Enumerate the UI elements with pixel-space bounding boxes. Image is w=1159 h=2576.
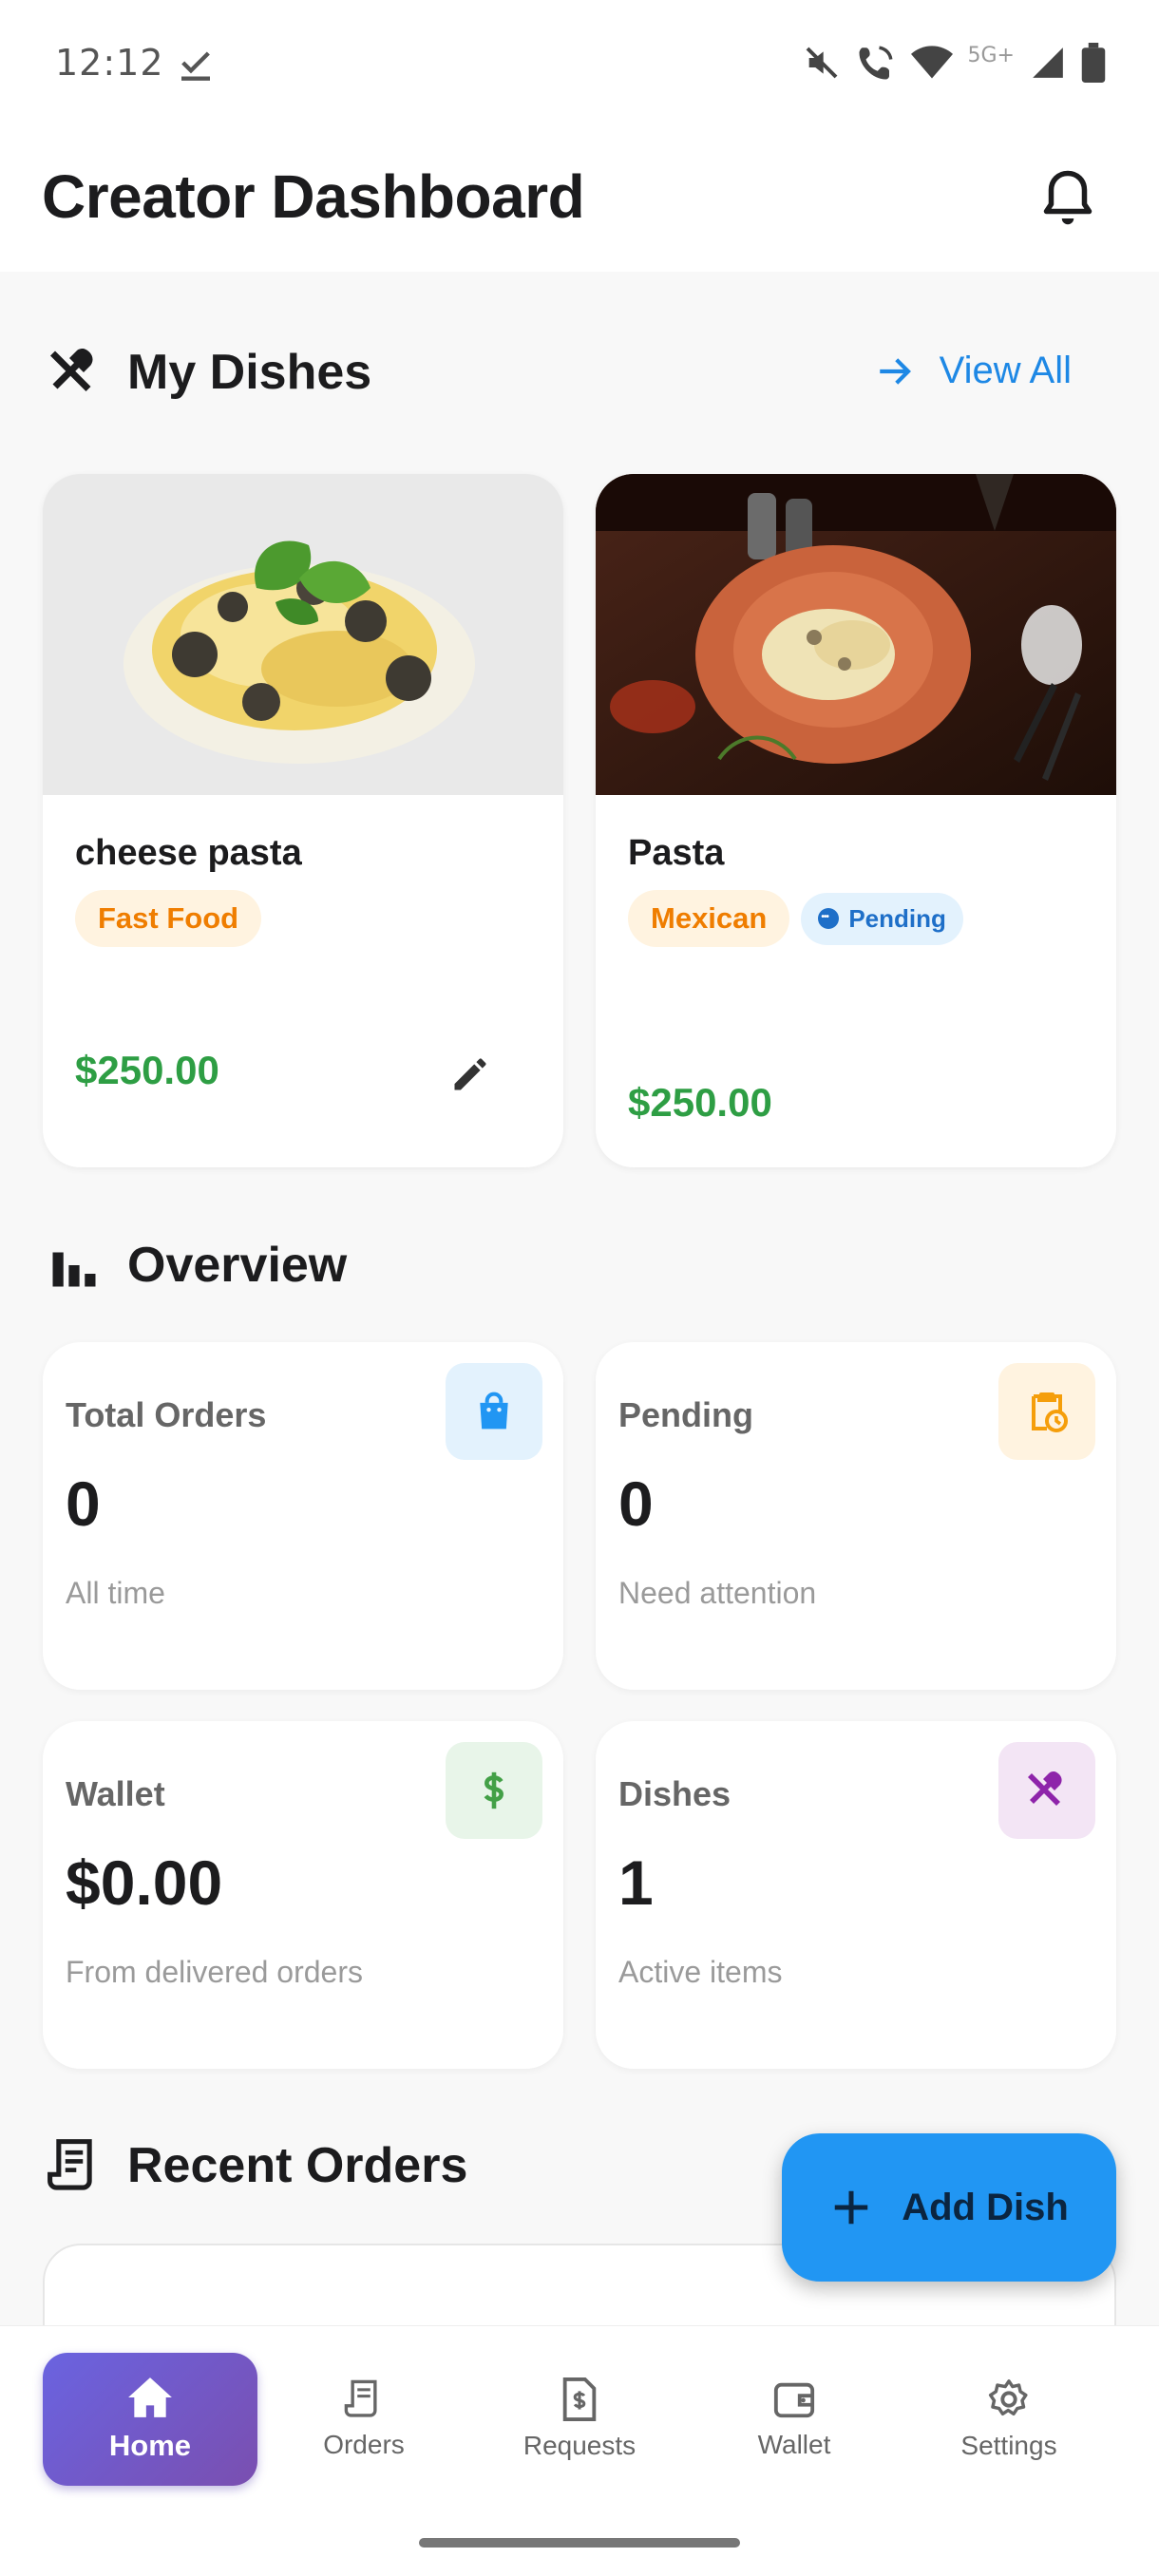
edit-dish-button[interactable] — [442, 1046, 499, 1103]
wifi-icon — [910, 46, 953, 79]
utensils-icon — [46, 344, 103, 401]
stat-value: 0 — [66, 1468, 101, 1539]
bar-chart-icon — [46, 1237, 103, 1294]
my-dishes-heading: My Dishes — [46, 344, 371, 401]
dish-tags: Fast Food — [75, 890, 262, 947]
plus-icon — [834, 2190, 868, 2225]
clipboard-clock-icon — [998, 1363, 1095, 1460]
network-label: 5G+ — [967, 43, 1015, 67]
dish-price: $250.00 — [628, 1080, 772, 1125]
status-bar: 12:12 5G+ — [0, 0, 1159, 133]
notifications-button[interactable] — [1039, 167, 1096, 232]
dish-image — [596, 474, 1116, 795]
recent-orders-heading: Recent Orders — [46, 2137, 467, 2194]
overview-heading: Overview — [46, 1237, 347, 1294]
status-badge: Pending — [801, 892, 963, 945]
receipt-icon — [344, 2379, 377, 2417]
add-dish-button[interactable]: Add Dish — [782, 2133, 1116, 2282]
wallet-icon — [773, 2382, 815, 2418]
receipt-icon — [46, 2137, 103, 2194]
request-icon — [562, 2377, 597, 2421]
dish-card[interactable]: cheese pasta Fast Food $250.00 — [43, 474, 563, 1167]
status-time: 12:12 — [55, 42, 164, 84]
view-all-button[interactable]: View All — [875, 350, 1072, 392]
stat-label: Wallet — [66, 1774, 165, 1813]
stat-card-pending[interactable]: Pending 0 Need attention — [596, 1342, 1116, 1690]
dish-name: Pasta — [628, 833, 725, 873]
add-dish-label: Add Dish — [902, 2186, 1069, 2228]
stat-value: 1 — [618, 1847, 654, 1918]
dollar-icon — [446, 1742, 542, 1839]
page-title: Creator Dashboard — [42, 162, 585, 231]
stat-subtitle: Need attention — [618, 1576, 817, 1610]
nav-label: Requests — [522, 2431, 636, 2460]
pencil-icon — [454, 1058, 486, 1090]
my-dishes-title: My Dishes — [127, 345, 372, 400]
status-badge-label: Pending — [848, 903, 946, 933]
nav-orders[interactable]: Orders — [256, 2353, 471, 2486]
check-icon — [181, 51, 210, 81]
stat-label: Pending — [618, 1395, 753, 1434]
battery-icon — [1081, 43, 1106, 83]
stat-card-total-orders[interactable]: Total Orders 0 All time — [43, 1342, 563, 1690]
stat-card-wallet[interactable]: Wallet $0.00 From delivered orders — [43, 1721, 563, 2069]
category-badge: Fast Food — [75, 890, 262, 947]
nav-settings[interactable]: Settings — [902, 2353, 1116, 2486]
status-icons: 5G+ — [803, 42, 1106, 84]
mute-icon — [806, 47, 837, 79]
nav-label: Orders — [323, 2430, 405, 2459]
nav-label: Settings — [960, 2431, 1057, 2460]
arrow-right-icon — [879, 357, 911, 385]
stat-subtitle: Active items — [618, 1955, 783, 1989]
stat-value: 0 — [618, 1468, 654, 1539]
bell-icon — [1043, 170, 1092, 225]
overview-title: Overview — [127, 1238, 348, 1293]
dish-price: $250.00 — [75, 1048, 219, 1092]
shopping-bag-icon — [446, 1363, 542, 1460]
utensils-icon — [998, 1742, 1095, 1839]
dish-tags: Mexican Pending — [628, 890, 963, 947]
home-indicator — [419, 2538, 740, 2548]
nav-label: Home — [108, 2429, 192, 2462]
home-icon — [128, 2377, 172, 2417]
pending-icon — [818, 908, 840, 929]
dish-name: cheese pasta — [75, 833, 302, 873]
stat-label: Total Orders — [66, 1395, 267, 1434]
stat-subtitle: From delivered orders — [66, 1955, 363, 1989]
signal-icon — [1033, 47, 1063, 78]
nav-home[interactable]: Home — [43, 2353, 257, 2486]
view-all-label: View All — [939, 350, 1072, 391]
dish-card[interactable]: Pasta Mexican Pending $250.00 — [596, 474, 1116, 1167]
wifi-call-icon — [859, 46, 893, 80]
stat-value: $0.00 — [66, 1847, 223, 1918]
gear-icon — [988, 2379, 1028, 2416]
nav-requests[interactable]: Requests — [472, 2353, 687, 2486]
stat-subtitle: All time — [66, 1576, 165, 1610]
nav-wallet[interactable]: Wallet — [687, 2353, 902, 2486]
dish-image — [43, 474, 563, 795]
category-badge: Mexican — [628, 890, 790, 947]
stat-card-dishes[interactable]: Dishes 1 Active items — [596, 1721, 1116, 2069]
stat-label: Dishes — [618, 1774, 732, 1813]
nav-label: Wallet — [757, 2430, 831, 2459]
recent-orders-title: Recent Orders — [127, 2138, 468, 2193]
app-header: Creator Dashboard — [0, 133, 1159, 272]
